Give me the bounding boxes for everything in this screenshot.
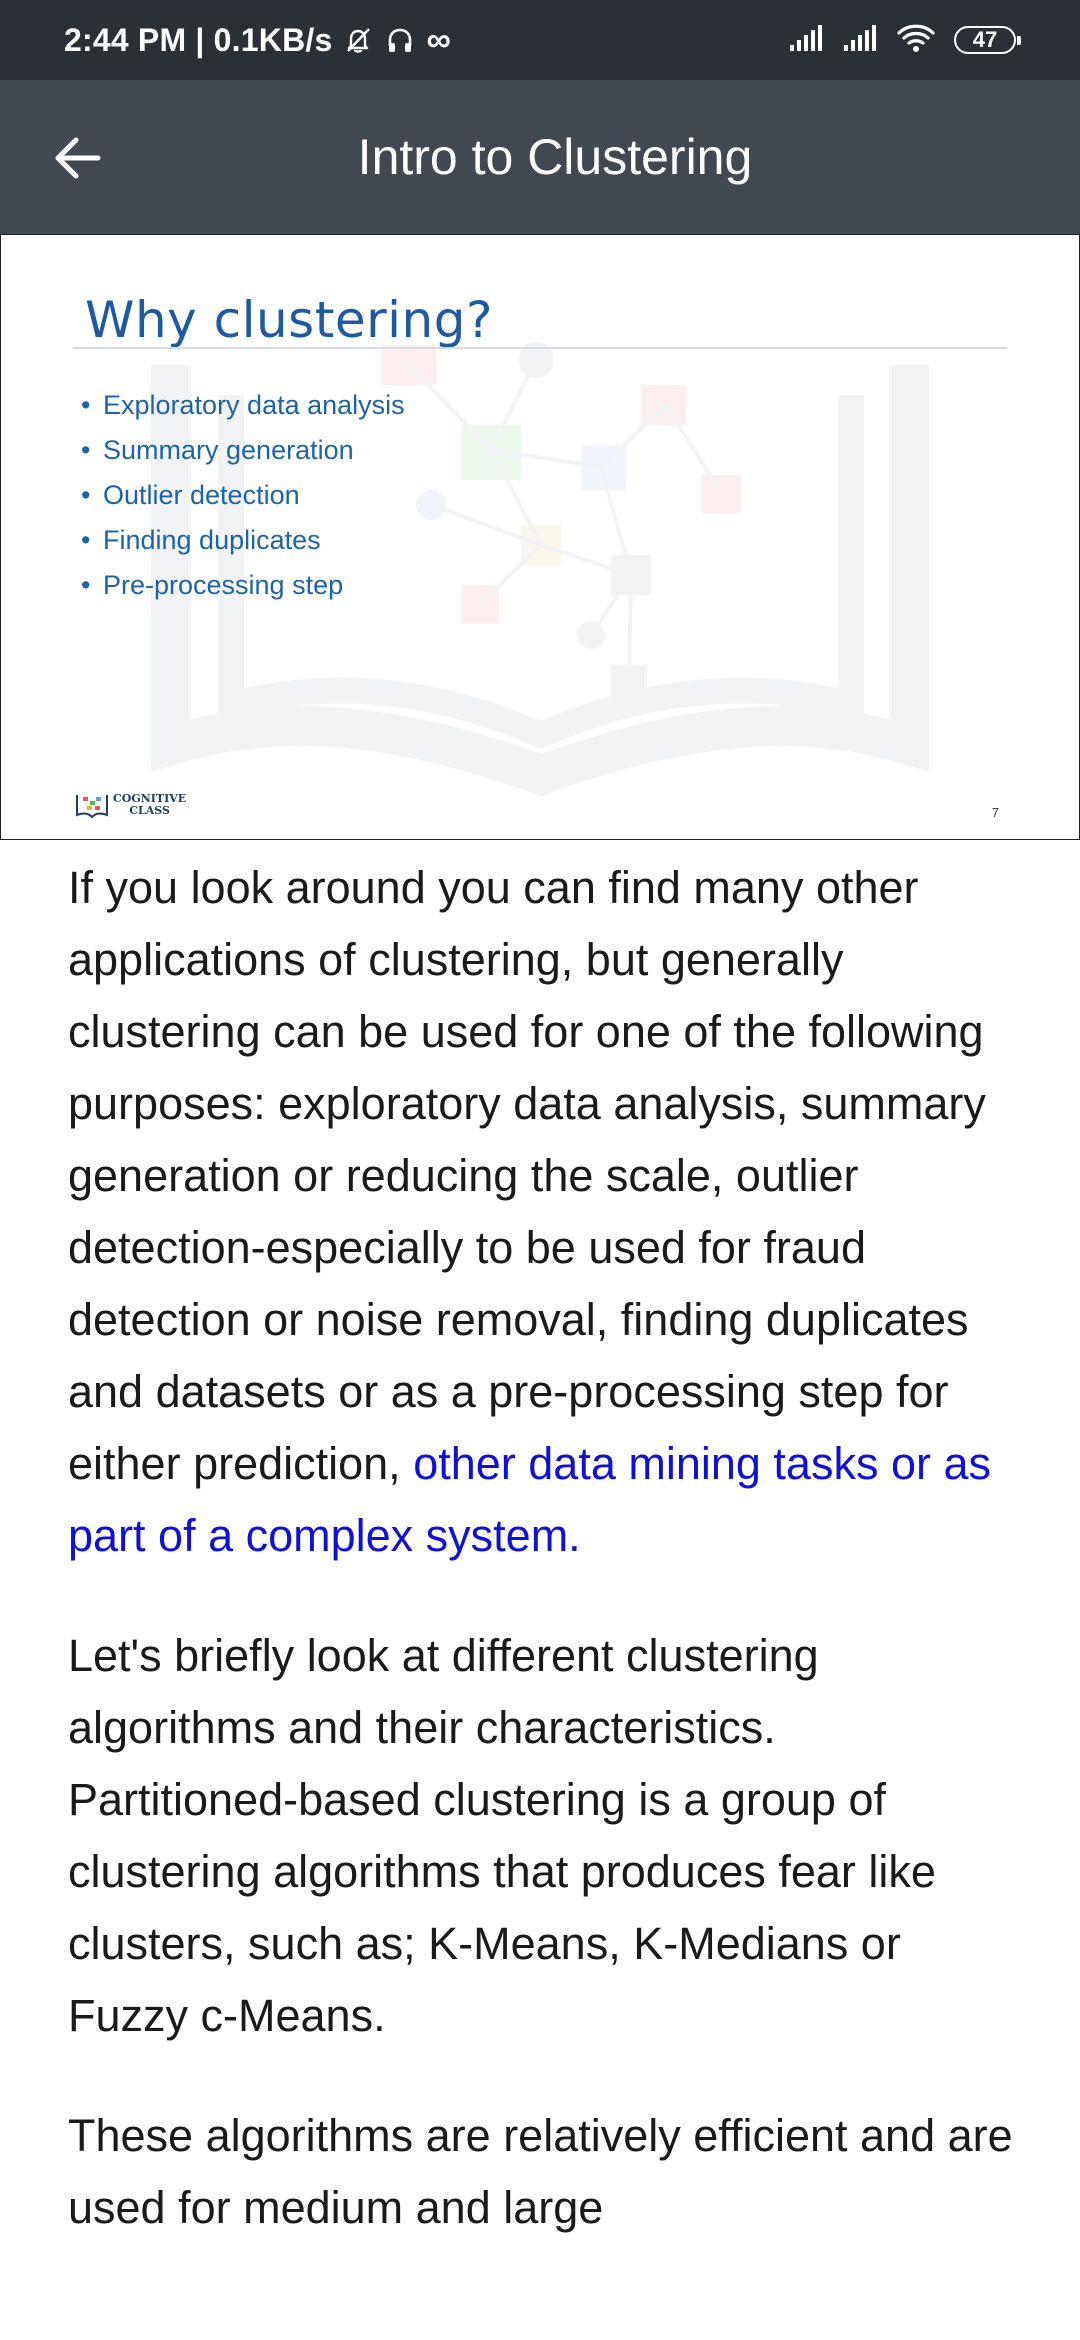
slide-bullet: • Exploratory data analysis (81, 383, 405, 428)
article-paragraph: Let's briefly look at different clusteri… (68, 1630, 936, 2041)
cognitive-class-logo-text: COGNITIVE CLASS (113, 793, 186, 817)
bullet-dot-icon: • (81, 480, 91, 510)
slide-bullet: • Finding duplicates (81, 518, 405, 563)
slide-bullet: • Outlier detection (81, 473, 405, 518)
status-left: 2:44 PM | 0.1KB/s ∞ (64, 0, 451, 80)
signal-strength-2-icon (842, 23, 882, 58)
battery-icon: 47 (954, 26, 1021, 54)
lecture-slide: Why clustering? • Exploratory data analys… (0, 234, 1080, 840)
article-paragraph: If you look around you can find many oth… (68, 852, 1018, 1572)
infinity-icon: ∞ (426, 20, 451, 59)
logo-line-2: CLASS (129, 804, 170, 817)
cognitive-class-logo: COGNITIVE CLASS (75, 791, 186, 819)
slide-title-divider (73, 347, 1007, 349)
mute-bell-icon (342, 24, 374, 56)
headphones-icon (384, 24, 416, 56)
slide-bullet-text: Outlier detection (103, 480, 300, 510)
bullet-dot-icon: • (81, 390, 91, 420)
status-right: 47 (788, 0, 1021, 80)
article-paragraph-text: If you look around you can find many oth… (68, 862, 986, 1489)
slide-bullet: • Summary generation (81, 428, 405, 473)
wifi-icon (896, 22, 936, 59)
article-body: If you look around you can find many oth… (68, 852, 1018, 2292)
article-paragraph: These algorithms are relatively efficien… (68, 2110, 1013, 2233)
cognitive-class-logo-icon (76, 795, 108, 819)
slide-bullet-list: • Exploratory data analysis • Summary gene… (81, 383, 405, 608)
status-bar: 2:44 PM | 0.1KB/s ∞ 47 (0, 0, 1080, 80)
slide-bullet-text: Pre-processing step (103, 570, 344, 600)
status-time-speed: 2:44 PM | 0.1KB/s (64, 21, 333, 58)
slide-bullet-text: Finding duplicates (103, 525, 321, 555)
bullet-dot-icon: • (81, 435, 91, 465)
page-title: Intro to Clustering (357, 129, 753, 185)
slide-bullet-text: Summary generation (103, 435, 354, 465)
slide-bullet-text: Exploratory data analysis (103, 390, 405, 420)
signal-strength-icon (788, 23, 828, 58)
slide-page-number: 7 (991, 805, 999, 820)
slide-title: Why clustering? (85, 291, 494, 349)
bullet-dot-icon: • (81, 570, 91, 600)
slide-bullet: • Pre-processing step (81, 563, 405, 608)
app-bar: Intro to Clustering (0, 80, 1080, 234)
bullet-dot-icon: • (81, 525, 91, 555)
